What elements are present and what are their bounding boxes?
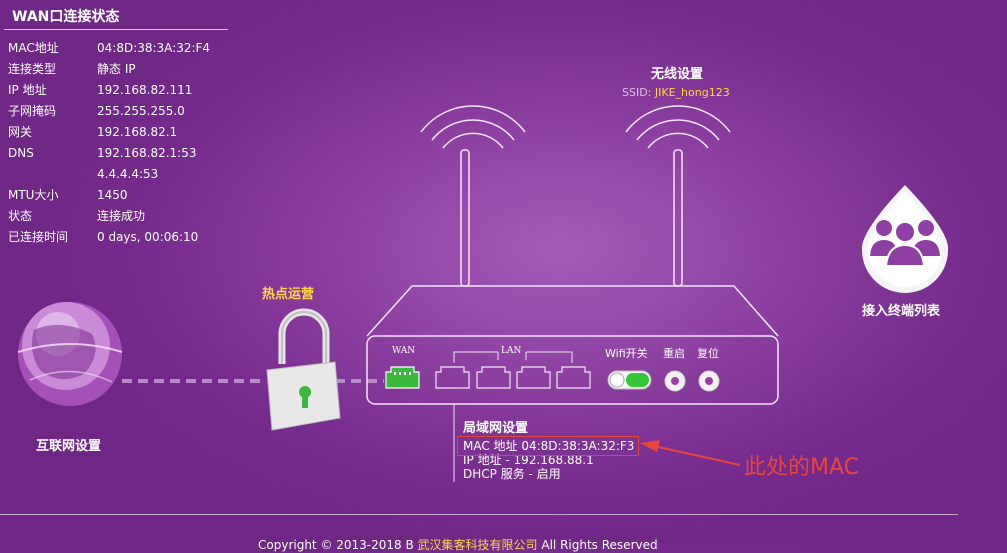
lan-settings-link[interactable]: 局域网设置 (463, 417, 528, 436)
wifi-switch-label: Wifi开关 (605, 347, 648, 360)
wifi-signal-icon-right (625, 105, 731, 149)
reset-button[interactable] (698, 370, 720, 392)
ssid-label: SSID: (622, 86, 652, 99)
hotspot-link[interactable]: 热点运营 (262, 283, 314, 302)
wan-port-icon (385, 366, 420, 389)
client-list-link[interactable]: 接入终端列表 (862, 300, 940, 319)
ssid-value: JIKE_hong123 (654, 86, 730, 99)
lan-port-icon-4 (556, 366, 591, 389)
globe-icon (17, 302, 123, 406)
internet-settings-link[interactable]: 互联网设置 (36, 435, 101, 454)
footer-prefix: Copyright © 2013-2018 B (258, 538, 414, 552)
lan-port-icon-1 (435, 366, 470, 389)
annotation-arrow (640, 440, 741, 466)
annotation-text: 此处的MAC (744, 455, 860, 480)
lan-port-icon-3 (516, 366, 551, 389)
padlock-icon (266, 308, 341, 431)
wifi-toggle[interactable] (607, 370, 652, 390)
mac-highlight-box (457, 436, 639, 456)
lan-dhcp-status: DHCP 服务 - 启用 (463, 467, 561, 481)
ssid-info: SSID: JIKE_hong123 (622, 86, 730, 99)
restart-button[interactable] (664, 370, 686, 392)
antenna-right (673, 149, 683, 287)
lan-port-icon-2 (476, 366, 511, 389)
wan-port-label: WAN (392, 346, 416, 356)
lan-ports-label: LAN (501, 346, 522, 356)
wireless-settings-link[interactable]: 无线设置 (651, 63, 703, 82)
reset-label: 复位 (697, 347, 719, 360)
restart-label: 重启 (663, 347, 685, 360)
user-group-icon (861, 185, 949, 293)
wifi-signal-icon-left (420, 105, 526, 149)
footer-copyright: Copyright © 2013-2018 B 武汉集客科技有限公司 All R… (258, 536, 658, 553)
footer-suffix: All Rights Reserved (541, 538, 658, 552)
footer-divider (0, 514, 958, 515)
antenna-left (460, 149, 470, 287)
footer-company-link[interactable]: 武汉集客科技有限公司 (418, 538, 538, 552)
